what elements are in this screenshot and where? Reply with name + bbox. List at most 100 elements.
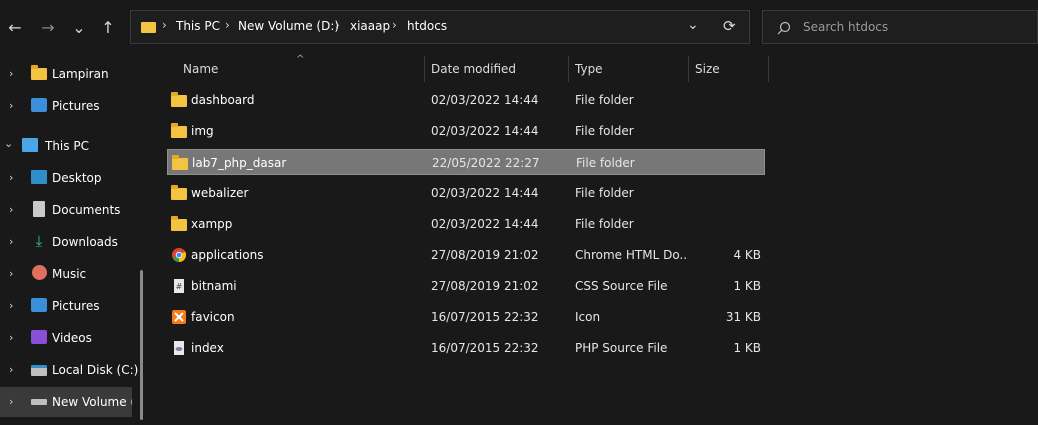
column-header-type[interactable]: Type [575,62,603,76]
navigation-pane: › Lampiran › Pictures ⌄ This PC › Deskto… [0,56,143,425]
file-row-img[interactable]: img 02/03/2022 14:44 File folder [167,118,765,144]
file-name: applications [191,248,264,262]
file-row-webalizer[interactable]: webalizer 02/03/2022 14:44 File folder [167,180,765,206]
column-header-size[interactable]: Size [695,62,720,76]
chevron-right-icon: › [9,363,14,376]
file-row-favicon[interactable]: favicon 16/07/2015 22:32 Icon 31 KB [167,304,765,330]
chevron-right-icon: › [9,99,14,112]
breadcrumb-this-pc[interactable]: This PC [176,19,220,33]
column-header-date[interactable]: Date modified [431,62,516,76]
search-input[interactable]: Search htdocs [803,20,888,34]
folder-icon [31,65,47,80]
chevron-right-icon: › [9,203,14,216]
computer-icon [22,138,38,152]
sidebar-item-new-volume[interactable]: › New Volume (D [0,387,132,417]
file-row-index[interactable]: index 16/07/2015 22:32 PHP Source File 1… [167,335,765,361]
file-size: 31 KB [725,310,761,324]
sidebar-item-label: Lampiran [52,67,109,81]
folder-icon [171,123,187,139]
folder-icon [171,92,187,108]
file-name: bitnami [191,279,237,293]
css-file-icon: # [171,278,187,294]
sidebar-item-videos[interactable]: › Videos [0,323,142,353]
chevron-right-icon: › [9,267,14,280]
file-list: ^ Name Date modified Type Size dashboard… [150,54,1038,425]
column-divider[interactable] [688,56,689,82]
file-date: 02/03/2022 14:44 [431,217,539,231]
back-button[interactable]: ← [3,14,27,42]
chevron-right-icon: › [392,18,397,32]
sidebar-item-label: New Volume (D [52,395,132,409]
sidebar-item-local-disk[interactable]: › Local Disk (C:) [0,355,142,385]
forward-button[interactable]: → [36,14,60,42]
sidebar-item-label: This PC [45,139,89,153]
file-date: 02/03/2022 14:44 [431,93,539,107]
sidebar-item-documents[interactable]: › Documents [0,195,142,225]
search-box[interactable]: Search htdocs [762,10,1038,44]
arrow-left-icon: ← [8,18,22,37]
address-dropdown-button[interactable]: ⌄ [687,17,699,33]
chevron-down-icon: ⌄ [72,18,86,37]
up-button[interactable]: ↑ [96,14,120,42]
sidebar-item-label: Documents [52,203,121,217]
sidebar-item-pictures[interactable]: › Pictures [0,91,142,121]
videos-icon [31,330,47,344]
address-bar[interactable]: › This PC › New Volume (D:) › xiaaap › h… [130,10,750,44]
sidebar-item-label: Pictures [52,99,100,113]
file-type: Icon [575,310,601,324]
file-size: 1 KB [733,279,761,293]
svg-text:#: # [176,282,183,291]
sidebar-item-downloads[interactable]: › ⤓ Downloads [0,227,142,257]
file-type: File folder [575,186,634,200]
sidebar-item-label: Videos [52,331,92,345]
breadcrumb-xiaaap[interactable]: xiaaap [350,19,390,33]
file-name: xampp [191,217,233,231]
file-size: 1 KB [733,341,761,355]
breadcrumb-htdocs[interactable]: htdocs [407,19,447,33]
column-divider[interactable] [768,56,769,82]
search-icon [777,21,791,35]
folder-icon [141,22,156,33]
file-row-lab7-php-dasar[interactable]: lab7_php_dasar 22/05/2022 22:27 File fol… [167,149,765,175]
sidebar-item-this-pc[interactable]: ⌄ This PC [0,131,142,161]
php-file-icon [171,340,187,356]
sidebar-item-pictures-2[interactable]: › Pictures [0,291,142,321]
folder-icon [171,185,187,201]
chevron-right-icon: › [335,18,340,32]
sidebar-item-music[interactable]: › Music [0,259,142,289]
column-header-name[interactable]: Name [183,62,218,76]
file-row-dashboard[interactable]: dashboard 02/03/2022 14:44 File folder [167,87,765,113]
refresh-icon[interactable]: ⟳ [723,17,736,35]
chevron-right-icon: › [9,299,14,312]
sidebar-item-label: Desktop [52,171,102,185]
sidebar-item-lampiran[interactable]: › Lampiran [0,59,142,89]
sidebar-item-desktop[interactable]: › Desktop [0,163,142,193]
file-type: File folder [575,217,634,231]
file-date: 16/07/2015 22:32 [431,341,539,355]
file-name: dashboard [191,93,255,107]
sort-ascending-icon: ^ [296,54,305,65]
file-name: index [191,341,224,355]
file-row-bitnami[interactable]: # bitnami 27/08/2019 21:02 CSS Source Fi… [167,273,765,299]
file-date: 02/03/2022 14:44 [431,124,539,138]
file-name: lab7_php_dasar [192,156,287,170]
sidebar-item-label: Pictures [52,299,100,313]
chevron-right-icon: › [9,171,14,184]
pictures-icon [31,298,47,312]
recent-locations-button[interactable]: ⌄ [67,14,91,42]
file-row-xampp[interactable]: xampp 02/03/2022 14:44 File folder [167,211,765,237]
sidebar-item-label: Downloads [52,235,118,249]
file-date: 22/05/2022 22:27 [432,156,540,170]
chevron-right-icon: › [225,18,230,32]
breadcrumb-new-volume[interactable]: New Volume (D:) [238,19,339,33]
column-divider[interactable] [424,56,425,82]
file-name: favicon [191,310,235,324]
file-row-applications[interactable]: applications 27/08/2019 21:02 Chrome HTM… [167,242,765,268]
music-icon [32,265,47,280]
file-type: File folder [576,156,635,170]
xampp-icon [171,309,187,325]
sidebar-scrollbar[interactable] [140,270,143,420]
folder-icon [171,216,187,232]
column-divider[interactable] [568,56,569,82]
arrow-right-icon: → [41,18,55,37]
